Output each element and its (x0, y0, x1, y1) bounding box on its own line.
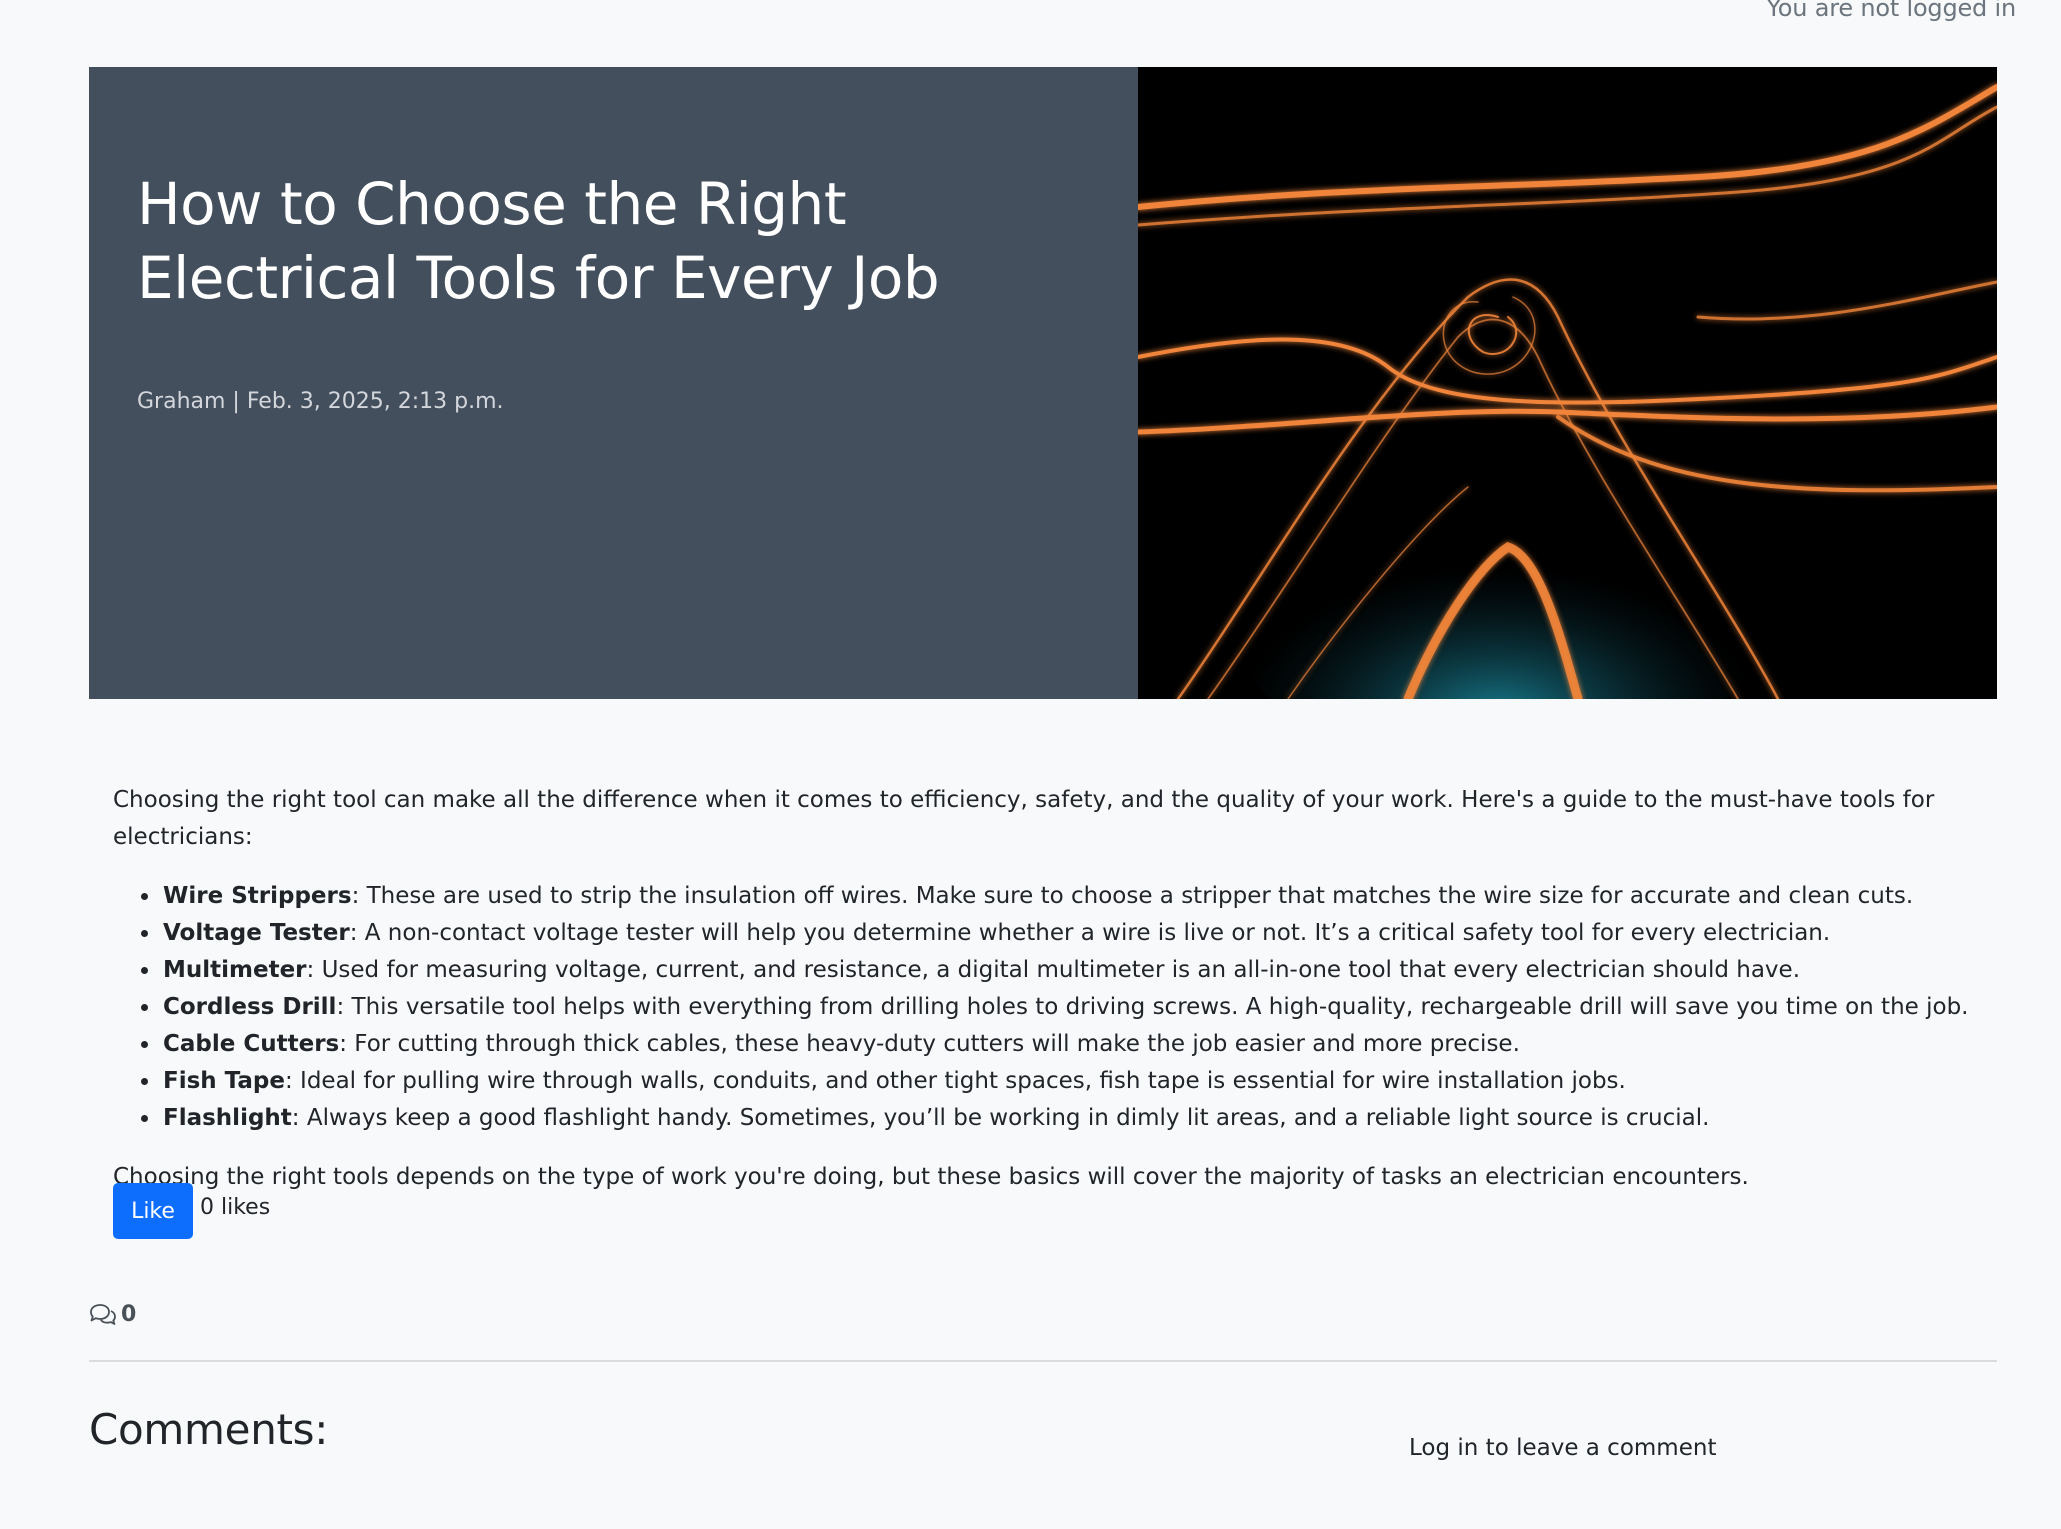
comments-heading: Comments: (89, 1405, 329, 1454)
tool-description: : A non-contact voltage tester will help… (349, 920, 1831, 946)
tool-description: : Ideal for pulling wire through walls, … (284, 1068, 1626, 1094)
tool-list: Wire Strippers: These are used to strip … (113, 878, 1973, 1137)
list-item: Fish Tape: Ideal for pulling wire throug… (161, 1063, 1973, 1100)
list-item: Wire Strippers: These are used to strip … (161, 878, 1973, 915)
like-count: 0 likes (200, 1195, 271, 1220)
tool-name: Cable Cutters (163, 1031, 340, 1057)
tool-name: Voltage Tester (163, 920, 350, 946)
tool-name: Fish Tape (163, 1068, 285, 1094)
list-item: Multimeter: Used for measuring voltage, … (161, 952, 1973, 989)
tool-description: : These are used to strip the insulation… (351, 883, 1914, 909)
tool-description: : For cutting through thick cables, thes… (339, 1031, 1520, 1057)
list-item: Cordless Drill: This versatile tool help… (161, 989, 1973, 1026)
hero-text-panel: How to Choose the Right Electrical Tools… (89, 67, 1138, 699)
post-conclusion: Choosing the right tools depends on the … (113, 1164, 1749, 1190)
tool-name: Multimeter (163, 957, 307, 983)
list-item: Flashlight: Always keep a good flashligh… (161, 1100, 1973, 1137)
list-item: Cable Cutters: For cutting through thick… (161, 1026, 1973, 1063)
tool-description: : Always keep a good flashlight handy. S… (291, 1105, 1710, 1131)
list-item: Voltage Tester: A non-contact voltage te… (161, 915, 1973, 952)
chat-bubbles-icon (90, 1303, 116, 1325)
comment-count-value: 0 (121, 1302, 137, 1327)
like-button[interactable]: Like (113, 1183, 193, 1239)
like-section: Like 0 likes (113, 1183, 270, 1239)
post-hero: How to Choose the Right Electrical Tools… (89, 67, 1997, 699)
tool-name: Wire Strippers (163, 883, 352, 909)
tool-name: Flashlight (163, 1105, 292, 1131)
section-divider (89, 1360, 1997, 1362)
login-to-comment-link[interactable]: Log in to leave a comment (1409, 1435, 1716, 1461)
post-title: How to Choose the Right Electrical Tools… (137, 170, 940, 312)
comment-count: 0 (89, 1302, 136, 1327)
light-trails-photo (1138, 67, 1997, 699)
tool-description: : Used for measuring voltage, current, a… (306, 957, 1801, 983)
post-meta: Graham | Feb. 3, 2025, 2:13 p.m. (137, 389, 504, 414)
tool-description: : This versatile tool helps with everyth… (336, 994, 1969, 1020)
post-body: Choosing the right tool can make all the… (113, 782, 1973, 1196)
tool-name: Cordless Drill (163, 994, 337, 1020)
post-hero-image (1138, 67, 1997, 699)
post-intro: Choosing the right tool can make all the… (113, 787, 1935, 850)
login-status: You are not logged in (1766, 0, 2017, 22)
